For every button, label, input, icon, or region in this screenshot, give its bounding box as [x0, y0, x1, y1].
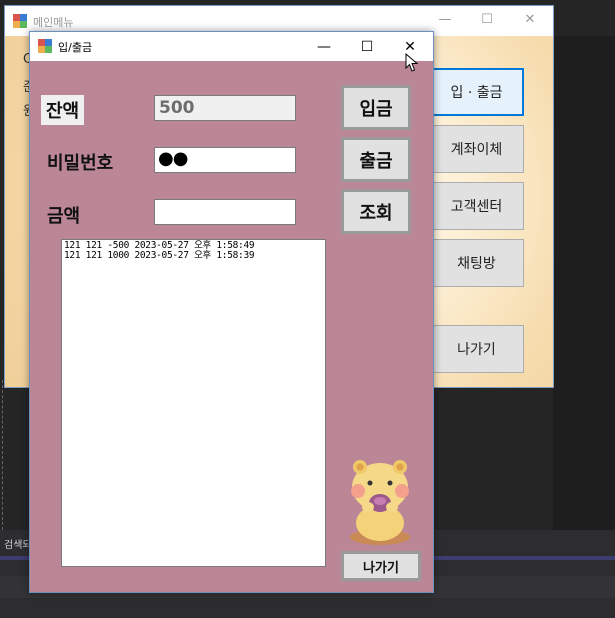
list-item[interactable]: 121 121 1000 2023-05-27 오후 1:58:39 — [64, 251, 323, 261]
balance-label: 잔액 — [41, 95, 85, 125]
password-field[interactable]: ●● — [154, 147, 296, 173]
dw-client-area: 잔액 500 비밀번호 ●● 금액 입금 출금 조회 121 121 -500 … — [30, 61, 433, 592]
mouse-cursor-icon — [405, 53, 419, 72]
balance-field: 500 — [154, 95, 296, 121]
deposit-withdraw-window: 입/출금 — ☐ ✕ 잔액 500 비밀번호 ●● 금액 입금 출금 조회 12… — [29, 31, 434, 593]
exit-menu-button[interactable]: 나가기 — [429, 325, 524, 373]
maximize-button[interactable]: ☐ — [467, 12, 507, 32]
ide-guide-line — [2, 380, 3, 530]
dw-titlebar[interactable]: 입/출금 — ☐ ✕ — [30, 32, 433, 61]
exit-button[interactable]: 나가기 — [341, 551, 421, 581]
chat-room-menu-button[interactable]: 채팅방 — [429, 239, 524, 287]
transaction-log-list[interactable]: 121 121 -500 2023-05-27 오후 1:58:49 121 1… — [61, 239, 326, 567]
deposit-withdraw-menu-button[interactable]: 입 · 출금 — [429, 68, 524, 116]
ide-search-label: 검색되 — [4, 540, 32, 551]
transfer-menu-button[interactable]: 계좌이체 — [429, 125, 524, 173]
minimize-button[interactable]: — — [304, 36, 344, 58]
inquiry-button[interactable]: 조회 — [341, 189, 411, 234]
password-label: 비밀번호 — [47, 153, 114, 174]
amount-field[interactable] — [154, 199, 296, 225]
maximize-button[interactable]: ☐ — [347, 36, 387, 58]
main-window-title: 메인메뉴 — [33, 16, 74, 29]
app-icon — [13, 14, 27, 28]
bear-mascot-image — [350, 460, 410, 545]
deposit-button[interactable]: 입금 — [341, 85, 411, 130]
close-button[interactable]: ✕ — [510, 12, 550, 32]
dw-window-title: 입/출금 — [58, 41, 93, 54]
amount-label: 금액 — [47, 206, 81, 227]
customer-center-menu-button[interactable]: 고객센터 — [429, 182, 524, 230]
ide-editor-pane — [553, 36, 615, 536]
withdraw-button[interactable]: 출금 — [341, 137, 411, 182]
app-icon — [38, 39, 52, 53]
minimize-button[interactable]: — — [425, 12, 465, 32]
